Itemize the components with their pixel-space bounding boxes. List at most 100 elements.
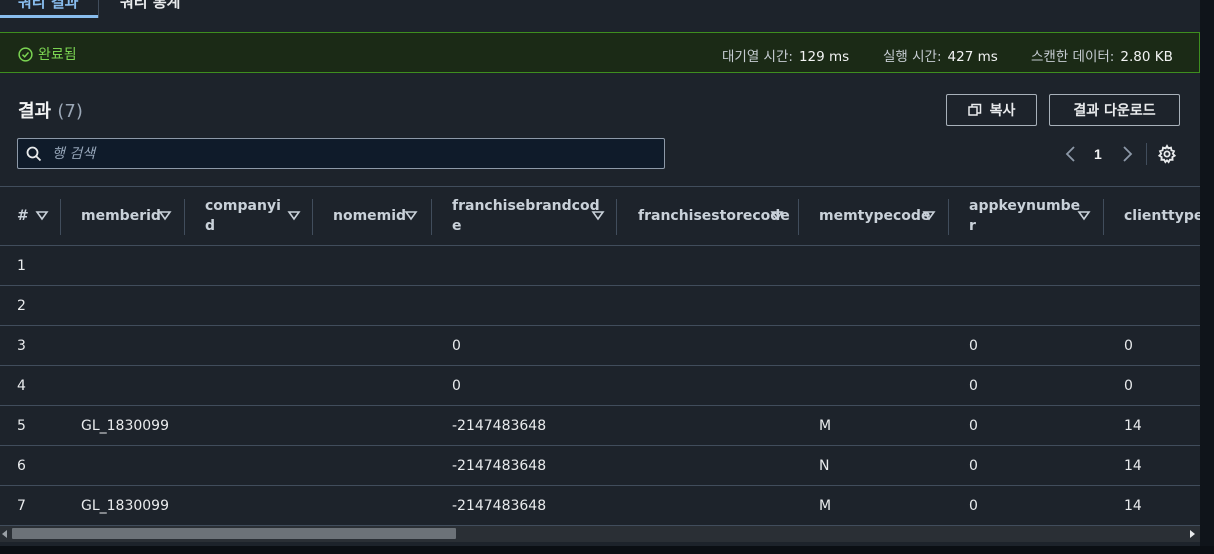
column-header-label: # <box>17 208 29 224</box>
tab-query-results[interactable]: 쿼리 결과 <box>18 0 78 12</box>
download-button-label: 결과 다운로드 <box>1073 103 1156 119</box>
sort-icon[interactable] <box>35 209 49 223</box>
scanned-data: 스캔한 데이터: 2.80 KB <box>1031 45 1173 65</box>
results-title: 결과 (7) <box>18 97 83 123</box>
status-completed: 완료됨 <box>18 44 77 64</box>
table-row[interactable]: 6 -2147483648 N 0 14 <box>0 446 1200 486</box>
current-page[interactable]: 1 <box>1094 146 1102 162</box>
column-header-label: nomemid <box>333 208 407 224</box>
horizontal-scrollbar[interactable] <box>0 526 1200 542</box>
cell-franchisebrandcode: -2147483648 <box>452 498 547 514</box>
sort-icon[interactable] <box>287 209 301 223</box>
download-results-button[interactable]: 결과 다운로드 <box>1049 94 1180 126</box>
column-header-memtypecode[interactable]: memtypecode <box>819 187 947 245</box>
column-header-companyid[interactable]: companyi d <box>205 187 310 245</box>
column-header-label: memtypecode <box>819 208 931 224</box>
column-header-clienttype[interactable]: clienttype <box>1124 187 1200 245</box>
queue-time-value: 129 ms <box>798 49 850 65</box>
column-header-appkeynumber[interactable]: appkeynumbe r <box>969 187 1099 245</box>
tab-query-stats[interactable]: 쿼리 통계 <box>120 0 180 12</box>
column-header-memberid[interactable]: memberid <box>81 187 181 245</box>
column-header-label: companyi d <box>205 198 281 234</box>
column-separator[interactable] <box>312 199 313 235</box>
column-header-label: clienttype <box>1124 208 1200 224</box>
table-row[interactable]: 3 0 0 0 <box>0 326 1200 366</box>
column-header-index[interactable]: # <box>17 187 57 245</box>
column-header-label: appkeynumbe r <box>969 198 1081 234</box>
column-header-label: franchisebrandcod e <box>452 198 600 234</box>
column-header-franchisestorecode[interactable]: franchisestorecode <box>638 187 798 245</box>
sort-icon[interactable] <box>1077 209 1091 223</box>
scanned-data-label: 스캔한 데이터: <box>1031 49 1115 65</box>
column-header-label: franchisestorecode <box>638 208 790 224</box>
gear-icon[interactable] <box>1157 144 1177 164</box>
scroll-right-arrow-icon[interactable] <box>1190 530 1195 538</box>
cell-appkeynumber: 0 <box>969 458 978 474</box>
column-separator[interactable] <box>1103 199 1104 235</box>
sort-icon[interactable] <box>922 209 936 223</box>
tab-bar: 쿼리 결과 쿼리 통계 <box>0 0 1200 18</box>
results-title-label: 결과 <box>18 101 52 122</box>
column-header-franchisebrandcode[interactable]: franchisebrandcod e <box>452 187 612 245</box>
cell-memberid: GL_1830099 <box>81 418 169 434</box>
check-circle-icon <box>18 46 33 62</box>
column-separator[interactable] <box>798 199 799 235</box>
column-separator[interactable] <box>184 199 185 235</box>
column-separator[interactable] <box>948 199 949 235</box>
table-row[interactable]: 4 0 0 0 <box>0 366 1200 406</box>
cell-index: 1 <box>17 258 26 274</box>
table-row[interactable]: 2 <box>0 286 1200 326</box>
copy-button-label: 복사 <box>989 103 1016 119</box>
tab-divider <box>98 0 99 18</box>
exec-time-label: 실행 시간: <box>883 49 942 65</box>
cell-memtypecode: M <box>819 498 832 514</box>
cell-appkeynumber: 0 <box>969 418 978 434</box>
column-header-nomemid[interactable]: nomemid <box>333 187 428 245</box>
cell-clienttype: 14 <box>1124 418 1142 434</box>
window-bottom-edge <box>0 546 1214 554</box>
column-separator[interactable] <box>616 199 617 235</box>
cell-appkeynumber: 0 <box>969 338 978 354</box>
cell-index: 3 <box>17 338 26 354</box>
query-status-bar: 완료됨 대기열 시간: 129 ms 실행 시간: 427 ms 스캔한 데이터: 2… <box>0 32 1200 73</box>
chevron-left-icon[interactable] <box>1062 143 1080 165</box>
cell-index: 7 <box>17 498 26 514</box>
active-tab-indicator <box>0 15 98 18</box>
cell-franchisebrandcode: 0 <box>452 378 461 394</box>
queue-time: 대기열 시간: 129 ms <box>722 45 849 65</box>
table-row[interactable]: 5 GL_1830099 -2147483648 M 0 14 <box>0 406 1200 446</box>
scroll-left-arrow-icon[interactable] <box>2 530 7 538</box>
copy-button[interactable]: 복사 <box>946 94 1037 126</box>
results-count: (7) <box>57 101 83 122</box>
sort-icon[interactable] <box>404 209 418 223</box>
cell-memtypecode: N <box>819 458 830 474</box>
column-header-label: memberid <box>81 208 161 224</box>
table-header: # memberid companyi d nomemid franchiseb… <box>0 186 1200 246</box>
exec-time-value: 427 ms <box>947 49 998 65</box>
column-separator[interactable] <box>60 199 61 235</box>
table-row[interactable]: 1 <box>0 246 1200 286</box>
cell-clienttype: 14 <box>1124 498 1142 514</box>
cell-clienttype: 0 <box>1124 378 1133 394</box>
cell-index: 6 <box>17 458 26 474</box>
cell-memtypecode: M <box>819 418 832 434</box>
exec-time: 실행 시간: 427 ms <box>883 45 998 65</box>
scrollbar-thumb[interactable] <box>12 528 456 539</box>
column-separator[interactable] <box>431 199 432 235</box>
cell-memberid: GL_1830099 <box>81 498 169 514</box>
pager-divider <box>1146 143 1147 165</box>
table-row[interactable]: 7 GL_1830099 -2147483648 M 0 14 <box>0 486 1200 526</box>
sort-icon[interactable] <box>158 209 172 223</box>
sort-icon[interactable] <box>770 209 784 223</box>
cell-appkeynumber: 0 <box>969 378 978 394</box>
pagination: 1 <box>0 141 1200 167</box>
cell-appkeynumber: 0 <box>969 498 978 514</box>
cell-franchisebrandcode: -2147483648 <box>452 458 547 474</box>
cell-clienttype: 0 <box>1124 338 1133 354</box>
chevron-right-icon[interactable] <box>1118 143 1136 165</box>
cell-franchisebrandcode: 0 <box>452 338 461 354</box>
status-label: 완료됨 <box>38 47 77 63</box>
sort-icon[interactable] <box>591 209 605 223</box>
cell-franchisebrandcode: -2147483648 <box>452 418 547 434</box>
cell-index: 5 <box>17 418 26 434</box>
